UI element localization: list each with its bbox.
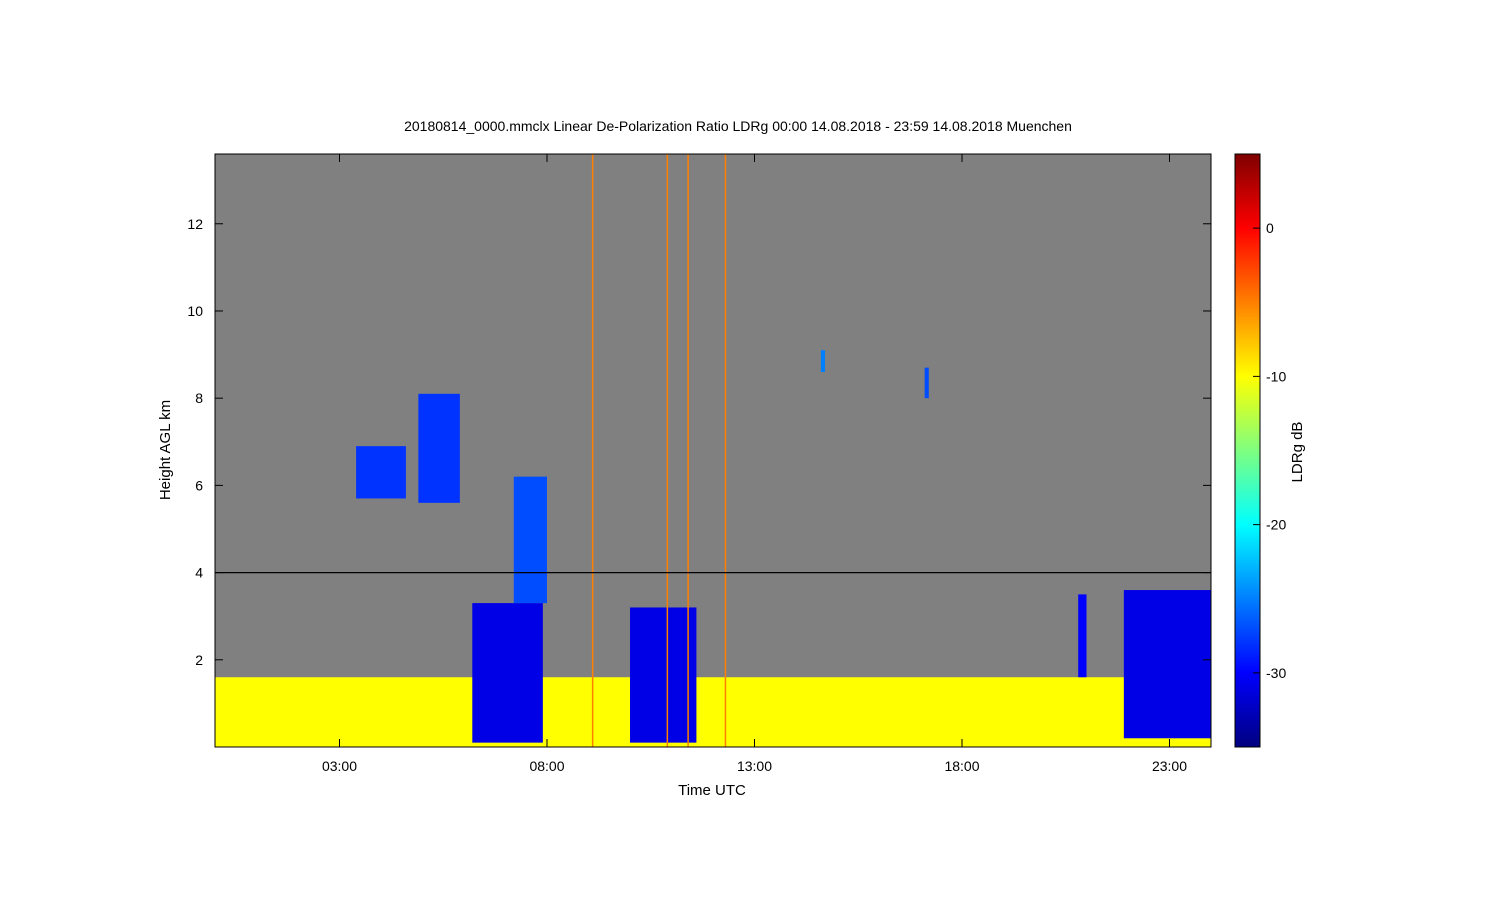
x-tick-label: 08:00 bbox=[529, 758, 564, 774]
colorbar-tick-label: -30 bbox=[1266, 665, 1286, 681]
echo-region bbox=[215, 677, 1211, 747]
x-tick-label: 23:00 bbox=[1152, 758, 1187, 774]
colorbar bbox=[1234, 153, 1261, 748]
y-axis-label: Height AGL km bbox=[157, 400, 174, 500]
y-tick-label: 10 bbox=[187, 303, 203, 319]
x-axis-label: Time UTC bbox=[678, 782, 746, 799]
chart-title: 20180814_0000.mmclx Linear De-Polarizati… bbox=[404, 118, 1072, 134]
colorbar-tick-label: -20 bbox=[1266, 517, 1286, 533]
y-tick-label: 2 bbox=[195, 652, 203, 668]
echo-region bbox=[630, 607, 697, 743]
echo-region bbox=[472, 603, 543, 743]
y-tick-label: 12 bbox=[187, 216, 203, 232]
colorbar-tick-label: -10 bbox=[1266, 368, 1286, 384]
colorbar-tick-label: 0 bbox=[1266, 220, 1274, 236]
y-tick-label: 4 bbox=[195, 565, 203, 581]
x-tick-label: 18:00 bbox=[944, 758, 979, 774]
ldr-chart: 20180814_0000.mmclx Linear De-Polarizati… bbox=[0, 0, 1500, 900]
chart-svg: 20180814_0000.mmclx Linear De-Polarizati… bbox=[157, 118, 1306, 799]
echo-region bbox=[513, 476, 547, 604]
y-tick-label: 6 bbox=[195, 477, 203, 493]
y-tick-label: 8 bbox=[195, 390, 203, 406]
x-tick-label: 13:00 bbox=[737, 758, 772, 774]
echo-region bbox=[418, 393, 460, 503]
colorbar-label: LDRg dB bbox=[1289, 422, 1306, 483]
echo-region bbox=[924, 367, 929, 399]
echo-region bbox=[820, 350, 826, 373]
echo-region bbox=[356, 446, 406, 499]
echo-region bbox=[1078, 594, 1087, 678]
echo-region bbox=[1123, 590, 1211, 739]
x-tick-label: 03:00 bbox=[322, 758, 357, 774]
